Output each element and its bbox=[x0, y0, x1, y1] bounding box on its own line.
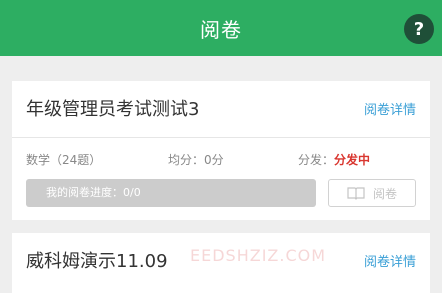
exam-detail-link[interactable]: 阅卷详情 bbox=[364, 251, 416, 270]
card-divider bbox=[12, 137, 430, 138]
exam-title: 年级管理员考试测试3 bbox=[26, 99, 200, 120]
book-icon bbox=[347, 187, 365, 200]
distribution-status: 分发中 bbox=[334, 153, 371, 167]
exam-info-row: 数学（24题） 均分：0分 分发：分发中 bbox=[26, 151, 418, 169]
help-button[interactable]: ? bbox=[404, 14, 434, 44]
grading-progress-text: 我的阅卷进度：0/0 bbox=[46, 186, 141, 199]
page-title: 阅卷 bbox=[200, 17, 242, 42]
distribution-label: 分发： bbox=[298, 153, 335, 167]
exam-average: 均分：0分 bbox=[168, 153, 224, 167]
app-header: 阅卷 ? bbox=[0, 0, 442, 56]
exam-detail-link[interactable]: 阅卷详情 bbox=[364, 99, 416, 118]
exam-title: 威科姆演示11.09 bbox=[26, 251, 168, 272]
exam-distribution: 分发：分发中 bbox=[298, 151, 370, 168]
exam-card: 年级管理员考试测试3 阅卷详情 数学（24题） 均分：0分 分发：分发中 我的阅… bbox=[12, 81, 430, 220]
watermark-text: EEDSHZIZ.COM bbox=[190, 246, 327, 265]
grading-progress-bar: 我的阅卷进度：0/0 bbox=[26, 179, 316, 207]
grade-button[interactable]: 阅卷 bbox=[328, 179, 416, 207]
grade-button-label: 阅卷 bbox=[372, 186, 397, 201]
exam-subject: 数学（24题） bbox=[26, 153, 102, 167]
help-icon: ? bbox=[413, 18, 425, 40]
